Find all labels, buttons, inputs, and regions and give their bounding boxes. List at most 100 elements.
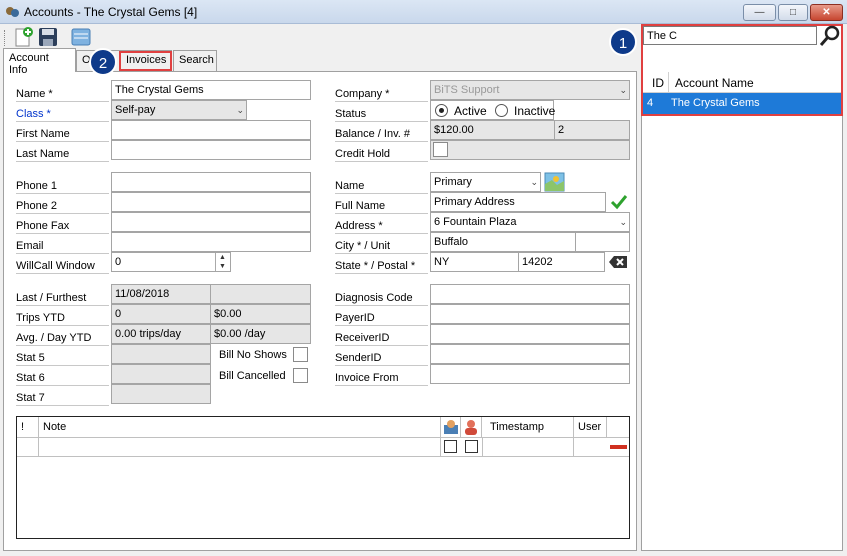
credit-hold-label: Credit Hold xyxy=(335,144,428,162)
addr-name-value: Primary xyxy=(434,176,472,188)
status-inactive-radio[interactable] xyxy=(495,104,508,117)
phone2-input[interactable] xyxy=(111,192,311,212)
grip-icon xyxy=(4,30,7,46)
delete-row-icon[interactable] xyxy=(610,445,627,449)
status-inactive-label: Inactive xyxy=(514,104,556,118)
class-value: Self-pay xyxy=(115,104,156,116)
tab-search[interactable]: Search xyxy=(173,50,217,71)
last-name-label: Last Name xyxy=(16,144,109,162)
addr-name-select[interactable]: Primary ⌄ xyxy=(430,172,541,192)
stepper-arrows-icon[interactable]: ▲ ▼ xyxy=(215,253,229,271)
trips-ytd-label: Trips YTD xyxy=(16,308,109,326)
close-button[interactable]: ✕ xyxy=(810,4,843,21)
invoices-highlight-box xyxy=(119,51,172,71)
window-title: Accounts - The Crystal Gems [4] xyxy=(24,5,198,19)
invoice-from-label: Invoice From xyxy=(335,368,428,386)
full-name-input[interactable]: Primary Address xyxy=(430,192,606,212)
results-col-id[interactable]: ID xyxy=(652,76,664,90)
callout-badge-2: 2 xyxy=(89,48,117,76)
addr-name-label: Name xyxy=(335,176,428,194)
class-select[interactable]: Self-pay ⌄ xyxy=(111,100,247,120)
row-cell-timestamp xyxy=(482,438,574,457)
first-name-input[interactable] xyxy=(111,120,311,140)
receiver-input[interactable] xyxy=(430,324,630,344)
bill-cancelled-checkbox[interactable] xyxy=(293,368,308,383)
postal-input[interactable]: 14202 xyxy=(518,252,605,272)
col-header-note[interactable]: Note xyxy=(39,417,441,438)
clear-icon[interactable] xyxy=(606,253,630,271)
new-record-icon[interactable] xyxy=(13,26,35,48)
status-label: Status xyxy=(335,104,428,122)
last-furthest-label: Last / Furthest xyxy=(16,288,109,306)
results-col-name[interactable]: Account Name xyxy=(675,76,754,90)
stat5-label: Stat 5 xyxy=(16,348,109,366)
name-label: Name * xyxy=(16,84,109,102)
results-col-divider xyxy=(668,72,669,93)
invoice-from-input[interactable] xyxy=(430,364,630,384)
bill-no-shows-label: Bill No Shows xyxy=(219,349,287,361)
maximize-button[interactable]: □ xyxy=(778,4,808,21)
save-icon[interactable] xyxy=(37,26,59,48)
stat6-value xyxy=(111,364,211,384)
stat6-label: Stat 6 xyxy=(16,368,109,386)
chevron-down-icon: ⌄ xyxy=(619,85,627,95)
row-person-checkbox[interactable] xyxy=(465,440,478,453)
address-value: 6 Fountain Plaza xyxy=(434,216,517,228)
last-name-input[interactable] xyxy=(111,140,311,160)
avg-day-label: Avg. / Day YTD xyxy=(16,328,109,346)
col-header-driver-icon[interactable] xyxy=(441,417,461,438)
tab-account-info[interactable]: Account Info xyxy=(3,48,76,76)
col-header-timestamp[interactable]: Timestamp xyxy=(482,417,574,438)
phone-fax-input[interactable] xyxy=(111,212,311,232)
sender-input[interactable] xyxy=(430,344,630,364)
payer-label: PayerID xyxy=(335,308,428,326)
sender-label: SenderID xyxy=(335,348,428,366)
willcall-stepper[interactable]: 0 xyxy=(111,252,231,272)
willcall-value: 0 xyxy=(115,256,122,268)
trips-ytd-value: 0 xyxy=(111,304,211,324)
search-icon[interactable] xyxy=(819,25,841,47)
message-icon[interactable] xyxy=(70,26,92,48)
city-input[interactable]: Buffalo xyxy=(430,232,576,252)
stat7-value xyxy=(111,384,211,404)
address-select[interactable]: 6 Fountain Plaza ⌄ xyxy=(430,212,630,232)
payer-input[interactable] xyxy=(430,304,630,324)
class-label: Class * xyxy=(16,104,109,122)
results-row-name: The Crystal Gems xyxy=(671,97,760,109)
receiver-label: ReceiverID xyxy=(335,328,428,346)
col-header-user[interactable]: User xyxy=(574,417,607,438)
phone1-input[interactable] xyxy=(111,172,311,192)
diagnosis-input[interactable] xyxy=(430,284,630,304)
address-label: Address * xyxy=(335,216,428,234)
city-label: City * / Unit xyxy=(335,236,428,254)
col-header-bang[interactable]: ! xyxy=(17,417,39,438)
company-label: Company * xyxy=(335,84,428,102)
row-cell-note[interactable] xyxy=(39,438,441,457)
unit-input[interactable] xyxy=(575,232,630,252)
col-header-person-icon[interactable] xyxy=(461,417,482,438)
status-active-radio[interactable] xyxy=(435,104,448,117)
state-input[interactable]: NY xyxy=(430,252,519,272)
email-label: Email xyxy=(16,236,109,254)
col-header-blank xyxy=(607,417,629,438)
company-select[interactable]: BiTS Support ⌄ xyxy=(430,80,630,100)
phone-fax-label: Phone Fax xyxy=(16,216,109,234)
trips-ytd-amount: $0.00 xyxy=(210,304,311,324)
credit-hold-group xyxy=(430,140,630,160)
email-input[interactable] xyxy=(111,232,311,252)
stat5-value xyxy=(111,344,211,364)
first-name-label: First Name xyxy=(16,124,109,142)
callout-badge-1: 1 xyxy=(609,28,637,56)
company-value: BiTS Support xyxy=(434,84,500,96)
map-icon[interactable] xyxy=(544,172,565,192)
search-input[interactable]: The C xyxy=(643,26,817,45)
bill-cancelled-label: Bill Cancelled xyxy=(219,370,286,382)
row-cell-bang xyxy=(17,438,39,457)
bill-no-shows-checkbox[interactable] xyxy=(293,347,308,362)
credit-hold-checkbox[interactable] xyxy=(433,142,448,157)
checkmark-icon[interactable] xyxy=(608,193,630,211)
minimize-button[interactable]: — xyxy=(743,4,776,21)
row-driver-checkbox[interactable] xyxy=(444,440,457,453)
name-input[interactable]: The Crystal Gems xyxy=(111,80,311,100)
last-furthest-value: 11/08/2018 xyxy=(111,284,211,304)
